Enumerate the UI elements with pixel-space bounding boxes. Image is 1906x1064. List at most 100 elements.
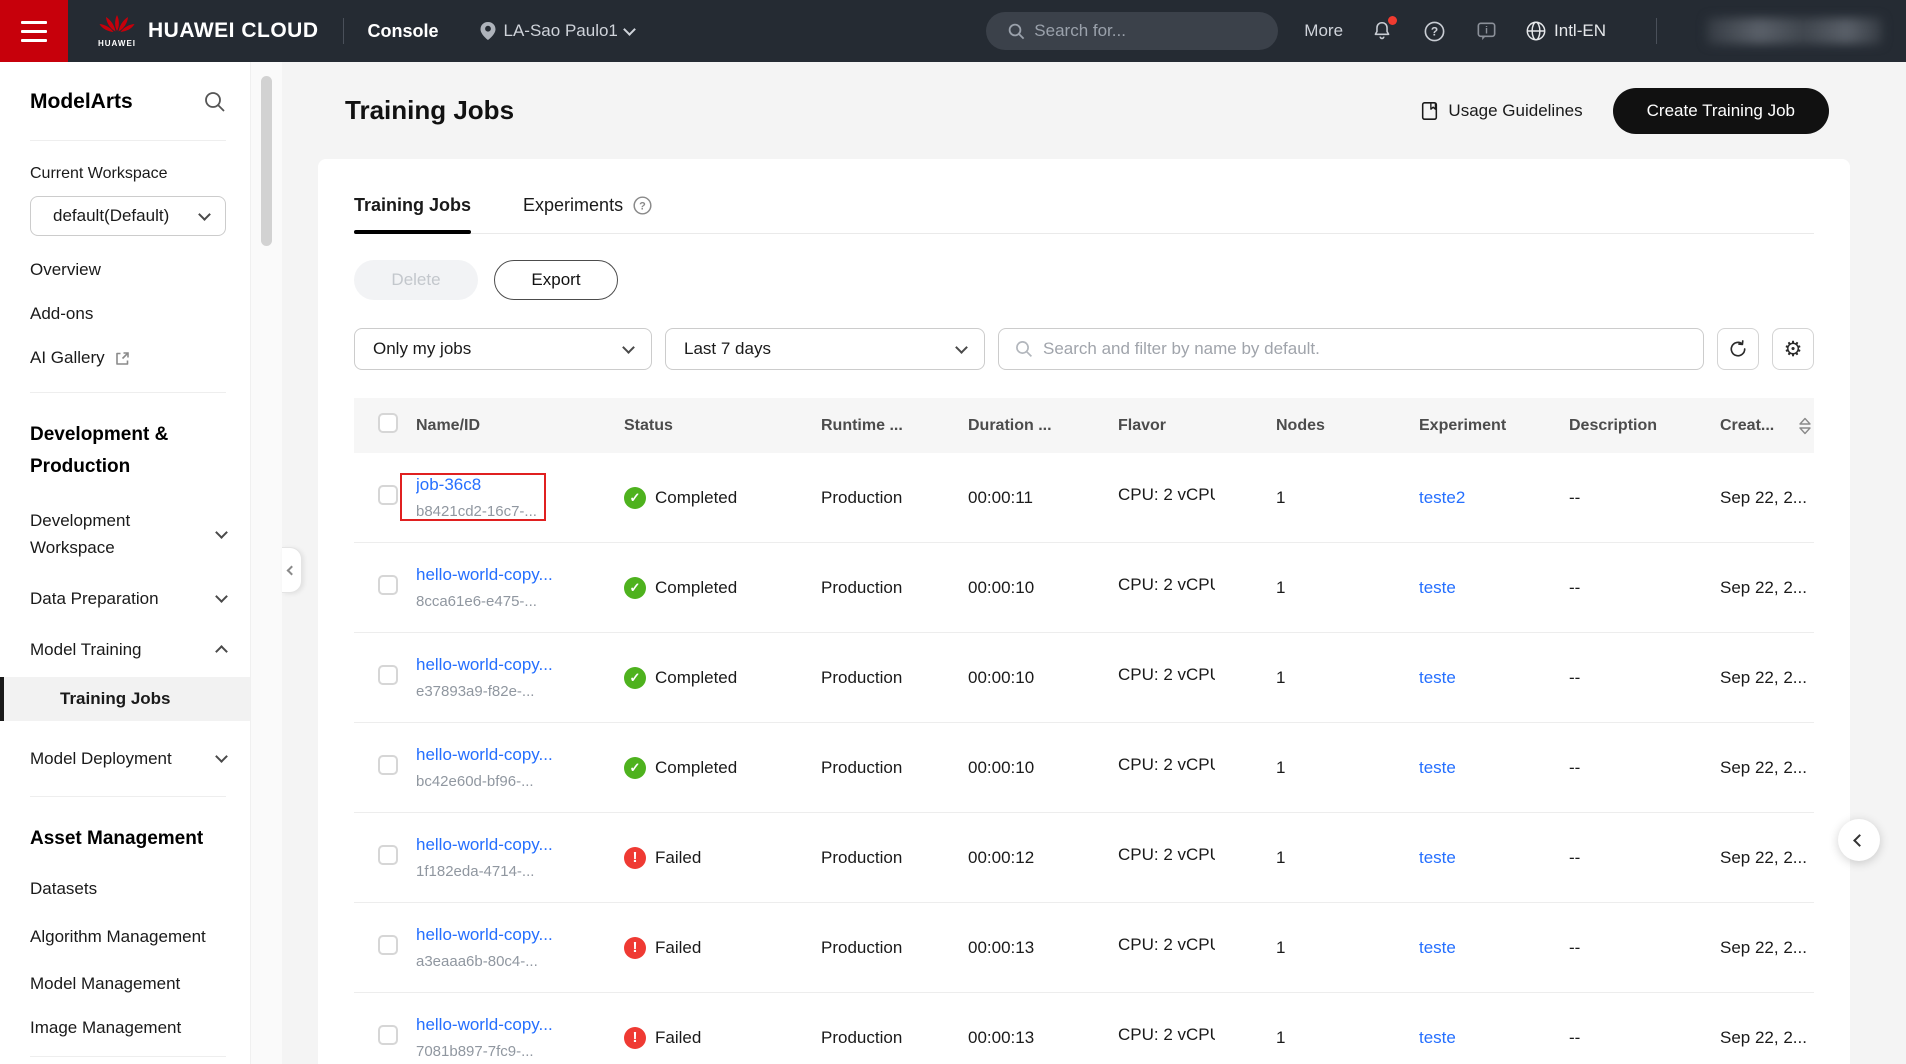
status-icon [624,667,646,689]
header-flavor: Flavor [1118,417,1276,435]
status-label: Completed [655,488,737,508]
job-name-link[interactable]: hello-world-copy... [416,655,612,675]
sidebar-item-development-workspace[interactable]: Development Workspace [30,507,226,561]
workspace-select[interactable]: default(Default) [30,196,226,236]
table-search-input[interactable]: Search and filter by name by default. [998,328,1704,370]
row-checkbox[interactable] [378,755,398,775]
table-row: hello-world-copy... e37893a9-f82e-... Co… [354,633,1814,723]
usage-guidelines-link[interactable]: Usage Guidelines [1420,101,1582,121]
notifications-bell-button[interactable] [1369,18,1395,44]
search-icon [1015,340,1033,358]
sidebar-item-model-deployment[interactable]: Model Deployment [30,745,226,772]
job-name-link[interactable]: hello-world-copy... [416,1015,612,1035]
time-range-select-value: Last 7 days [684,339,771,359]
nodes-cell: 1 [1276,668,1419,688]
sidebar-item-image-management[interactable]: Image Management [30,1018,226,1038]
refresh-button[interactable] [1717,328,1759,370]
job-id: 7081b897-7fc9-... [416,1043,612,1060]
flavor-cell: CPU: 2 vCPU [1118,485,1276,510]
chevron-left-icon [287,565,297,575]
experiment-link[interactable]: teste [1419,938,1456,957]
global-search-input[interactable]: Search for... [986,12,1278,50]
created-cell: Sep 22, 2... [1720,758,1814,778]
console-link[interactable]: Console [368,21,439,42]
training-jobs-card: Training Jobs Experiments ? Delete Expor… [318,159,1850,1064]
sidebar-item-model-management[interactable]: Model Management [30,974,226,994]
region-selector[interactable]: LA-Sao Paulo1 [479,21,634,41]
row-checkbox[interactable] [378,1025,398,1045]
table-row: job-36c8 b8421cd2-16c7-... Completed Pro… [354,453,1814,543]
experiment-link[interactable]: teste [1419,578,1456,597]
scope-select-value: Only my jobs [373,339,471,359]
job-name-link[interactable]: hello-world-copy... [416,835,612,855]
chevron-down-icon [955,341,968,354]
header-created-label: Creat... [1720,417,1774,435]
sidebar-item-training-jobs-active[interactable]: Training Jobs [0,677,250,721]
sidebar-item-ai-gallery[interactable]: AI Gallery [30,348,226,368]
duration-cell: 00:00:10 [968,758,1118,778]
help-button[interactable]: ? [1421,18,1447,44]
feedback-button[interactable]: i [1473,18,1499,44]
create-training-job-button[interactable]: Create Training Job [1613,88,1829,134]
delete-button[interactable]: Delete [354,260,478,300]
flavor-cell: CPU: 2 vCPU [1118,1025,1276,1050]
sidebar-item-addons[interactable]: Add-ons [30,304,226,324]
row-checkbox[interactable] [378,935,398,955]
nodes-cell: 1 [1276,938,1419,958]
sidebar-item-datasets[interactable]: Datasets [30,879,226,899]
sidebar-divider [30,1056,226,1057]
chevron-down-icon [215,590,228,603]
created-cell: Sep 22, 2... [1720,1028,1814,1048]
chevron-up-icon [215,645,228,658]
description-cell: -- [1569,1028,1720,1048]
job-name-link[interactable]: hello-world-copy... [416,745,612,765]
experiment-link[interactable]: teste [1419,668,1456,687]
app-window: HUAWEI HUAWEI CLOUD Console LA-Sao Paulo… [0,0,1906,1064]
account-menu-redacted[interactable] [1707,18,1882,44]
sidebar-item-data-preparation[interactable]: Data Preparation [30,585,226,612]
more-menu[interactable]: More [1304,21,1343,41]
time-range-select[interactable]: Last 7 days [665,328,985,370]
sidebar-scrollbar-thumb[interactable] [261,76,272,246]
tab-training-jobs[interactable]: Training Jobs [354,195,471,233]
runtime-cell: Production [821,488,968,508]
chevron-down-icon [215,750,228,763]
hamburger-menu-button[interactable] [0,0,68,62]
scope-select[interactable]: Only my jobs [354,328,652,370]
language-selector[interactable]: Intl-EN [1525,20,1606,42]
sidebar-divider [30,392,226,393]
experiment-link[interactable]: teste2 [1419,488,1465,507]
sidebar-search-icon[interactable] [204,91,226,113]
runtime-cell: Production [821,938,968,958]
navbar-divider [1656,18,1657,44]
job-id: bc42e60d-bf96-... [416,773,612,790]
sidebar-item-algorithm-management[interactable]: Algorithm Management [30,923,226,950]
description-cell: -- [1569,578,1720,598]
tab-training-jobs-label: Training Jobs [354,195,471,216]
job-name-link[interactable]: job-36c8 [416,475,612,495]
experiment-link[interactable]: teste [1419,1028,1456,1047]
row-checkbox[interactable] [378,485,398,505]
panel-collapse-button[interactable] [1838,819,1880,861]
sidebar-item-overview[interactable]: Overview [30,260,226,280]
sort-icon[interactable] [1798,416,1812,436]
select-all-checkbox[interactable] [378,413,398,433]
export-button[interactable]: Export [494,260,618,300]
row-checkbox[interactable] [378,845,398,865]
job-name-link[interactable]: hello-world-copy... [416,565,612,585]
job-name-link[interactable]: hello-world-copy... [416,925,612,945]
tab-experiments[interactable]: Experiments ? [523,195,653,233]
row-checkbox[interactable] [378,665,398,685]
sidebar-collapse-handle[interactable] [282,547,302,593]
flavor-cell: CPU: 2 vCPU [1118,755,1276,780]
row-checkbox[interactable] [378,575,398,595]
runtime-cell: Production [821,1028,968,1048]
table-settings-button[interactable]: ⚙ [1772,328,1814,370]
experiments-help-icon[interactable]: ? [632,195,653,216]
main-content: Training Jobs Usage Guidelines Create Tr… [282,62,1906,1064]
description-cell: -- [1569,938,1720,958]
experiment-link[interactable]: teste [1419,758,1456,777]
experiment-link[interactable]: teste [1419,848,1456,867]
runtime-cell: Production [821,848,968,868]
sidebar-item-model-training[interactable]: Model Training [30,636,226,663]
